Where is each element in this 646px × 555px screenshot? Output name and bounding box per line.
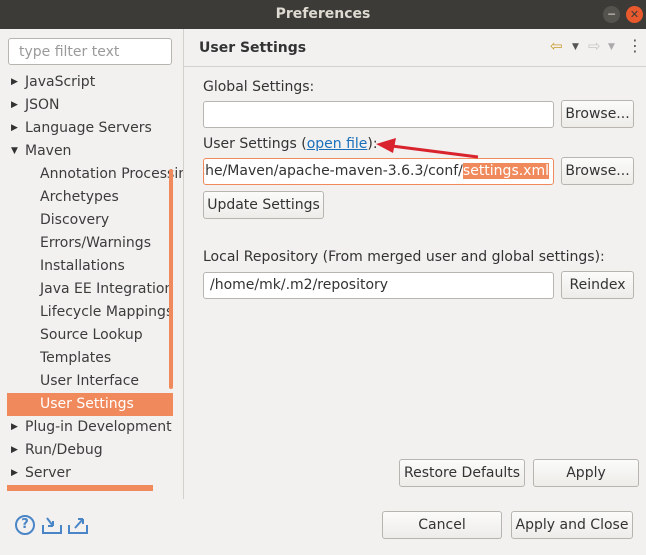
close-window-button[interactable]: ✕ (626, 6, 643, 23)
back-arrow-icon[interactable]: ⇦ (550, 37, 563, 55)
global-settings-input[interactable] (203, 101, 554, 128)
window-title: Preferences (275, 6, 371, 22)
collapsed-arrow-icon[interactable]: ▶ (11, 416, 18, 439)
preference-page: User Settings ⇦ ▼ ⇨ ▼ ⋮ Global Settings:… (184, 29, 646, 499)
user-settings-path: che/Maven/apache-maven-3.6.3/conf/ (203, 163, 463, 179)
view-menu-icon[interactable]: ⋮ (627, 36, 643, 55)
import-icon[interactable] (41, 515, 62, 535)
collapsed-arrow-icon[interactable]: ▶ (11, 71, 18, 94)
tree-item[interactable]: ▶ JSON (0, 94, 183, 117)
header-separator (184, 66, 646, 67)
window-titlebar: Preferences ─ ✕ (0, 0, 646, 29)
tree-scrollbar[interactable] (169, 169, 173, 389)
global-settings-label: Global Settings: (203, 79, 315, 95)
global-browse-button[interactable]: Browse... (561, 100, 634, 128)
tree-item[interactable]: Archetypes (0, 186, 183, 209)
cancel-button[interactable]: Cancel (382, 511, 502, 539)
tree-item-label: Server (25, 465, 71, 481)
tree-item-label: Run/Debug (25, 442, 103, 458)
filter-input[interactable] (8, 38, 172, 65)
forward-history-dropdown-icon[interactable]: ▼ (608, 42, 615, 52)
tree-item[interactable]: ▶ Plug-in Development (0, 416, 183, 439)
collapsed-arrow-icon[interactable]: ▶ (11, 117, 18, 140)
preferences-nav-panel: ▶ JavaScript ▶ JSON ▶ Language Servers ▼ Maven A… (0, 29, 183, 499)
tree-item-label: Errors/Warnings (40, 235, 151, 251)
tree-item[interactable]: ▼ Maven (0, 140, 183, 163)
tree-item[interactable]: User Settings (7, 393, 173, 416)
collapsed-arrow-icon[interactable]: ▶ (11, 439, 18, 462)
apply-button[interactable]: Apply (533, 459, 639, 487)
tree-item[interactable]: Annotation Processing (0, 163, 183, 186)
user-settings-label: User Settings (open file): (203, 136, 378, 152)
tree-item-label: Discovery (40, 212, 110, 228)
tree-item[interactable]: Java EE Integration (0, 278, 183, 301)
tree-item-label: Source Lookup (40, 327, 143, 343)
back-history-dropdown-icon[interactable]: ▼ (572, 42, 579, 52)
apply-and-close-button[interactable]: Apply and Close (511, 511, 633, 539)
collapsed-arrow-icon[interactable]: ▶ (11, 462, 18, 485)
tree-item-label: Templates (40, 350, 112, 366)
local-repository-input[interactable]: /home/mk/.m2/repository (203, 272, 554, 299)
tree-item[interactable]: ▶ JavaScript (0, 71, 183, 94)
tree-item[interactable]: Templates (0, 347, 183, 370)
tree-item-label: Annotation Processing (40, 166, 183, 182)
tree-item-label: Java EE Integration (40, 281, 174, 297)
tree-item-partial[interactable] (7, 485, 153, 491)
collapsed-arrow-icon[interactable]: ▶ (11, 94, 18, 117)
local-repository-label: Local Repository (From merged user and g… (203, 249, 605, 265)
expanded-arrow-icon[interactable]: ▼ (11, 140, 18, 163)
page-title: User Settings (199, 40, 307, 56)
tree-item[interactable]: ▶ Language Servers (0, 117, 183, 140)
help-icon[interactable]: ? (15, 515, 35, 535)
tree-item[interactable]: User Interface (0, 370, 183, 393)
restore-defaults-button[interactable]: Restore Defaults (399, 459, 525, 487)
forward-arrow-icon[interactable]: ⇨ (588, 37, 601, 55)
tree-item-label: User Interface (40, 373, 140, 389)
user-settings-input[interactable]: che/Maven/apache-maven-3.6.3/conf/settin… (203, 158, 554, 185)
tree-item[interactable]: ▶ Server (0, 462, 183, 485)
tree-item-label: Installations (40, 258, 125, 274)
tree-item-label: JavaScript (25, 74, 96, 90)
tree-item[interactable]: ▶ Run/Debug (0, 439, 183, 462)
reindex-button[interactable]: Reindex (561, 271, 634, 299)
preferences-tree: ▶ JavaScript ▶ JSON ▶ Language Servers ▼ Maven A… (0, 71, 183, 491)
tree-item[interactable]: Errors/Warnings (0, 232, 183, 255)
open-file-link[interactable]: open file (307, 136, 368, 152)
export-icon[interactable] (67, 515, 88, 535)
tree-item-label: Lifecycle Mappings (40, 304, 174, 320)
tree-item-label: Plug-in Development (25, 419, 172, 435)
user-settings-selection: settings.xml (462, 163, 549, 179)
dialog-footer: ? Cancel Apply and Close (0, 499, 646, 555)
tree-item-label: User Settings (40, 396, 134, 412)
update-settings-button[interactable]: Update Settings (203, 191, 324, 219)
tree-item[interactable]: Source Lookup (0, 324, 183, 347)
tree-item-label: Maven (25, 143, 72, 159)
tree-item-label: Language Servers (25, 120, 152, 136)
user-browse-button[interactable]: Browse... (561, 157, 634, 185)
tree-item[interactable]: Discovery (0, 209, 183, 232)
tree-item-label: JSON (25, 97, 60, 113)
tree-item-label: Archetypes (40, 189, 119, 205)
tree-item[interactable]: Lifecycle Mappings (0, 301, 183, 324)
tree-item[interactable]: Installations (0, 255, 183, 278)
minimize-button[interactable]: ─ (603, 6, 620, 23)
